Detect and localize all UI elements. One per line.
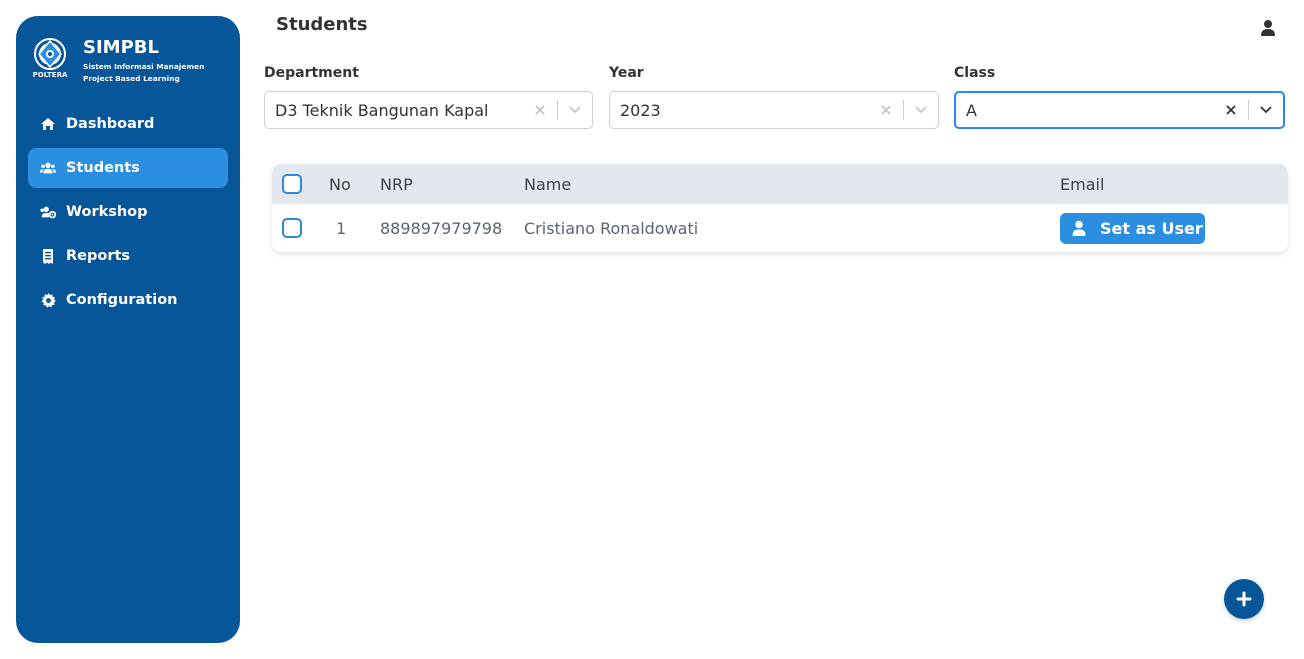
app-subtitle-line1: Sistem Informasi Manajemen bbox=[83, 62, 205, 71]
department-select[interactable]: D3 Teknik Bangunan Kapal bbox=[264, 91, 593, 129]
sidebar: POLTERA SIMPBL Sistem Informasi Manajeme… bbox=[16, 16, 240, 643]
users-cog-icon bbox=[40, 204, 56, 220]
add-student-button[interactable] bbox=[1224, 579, 1264, 619]
column-header-nrp: NRP bbox=[380, 174, 413, 194]
set-as-user-label: Set as User bbox=[1100, 218, 1203, 238]
plus-icon bbox=[1236, 591, 1252, 607]
department-filter: Department D3 Teknik Bangunan Kapal bbox=[264, 64, 593, 129]
sidebar-item-label: Workshop bbox=[66, 204, 148, 220]
user-icon[interactable] bbox=[1258, 18, 1278, 38]
class-label: Class bbox=[954, 65, 996, 81]
logo: POLTERA bbox=[32, 38, 68, 80]
sidebar-nav: Dashboard Students Workshop Reports Conf… bbox=[28, 104, 228, 324]
user-icon bbox=[1072, 220, 1086, 236]
row-checkbox[interactable] bbox=[282, 218, 302, 238]
users-icon bbox=[40, 160, 56, 176]
table-row: 1 889897979798 Cristiano Ronaldowati Set… bbox=[272, 204, 1288, 252]
select-all-checkbox[interactable] bbox=[282, 174, 302, 194]
gear-icon bbox=[40, 292, 56, 308]
year-select[interactable]: 2023 bbox=[609, 91, 939, 129]
year-label: Year bbox=[609, 65, 644, 81]
page-title: Students bbox=[276, 14, 368, 35]
sidebar-item-students[interactable]: Students bbox=[28, 148, 228, 188]
department-label: Department bbox=[264, 65, 359, 81]
column-header-no: No bbox=[329, 174, 351, 194]
home-icon bbox=[40, 116, 56, 132]
logo-text: POLTERA bbox=[32, 71, 68, 79]
chevron-down-icon[interactable] bbox=[904, 92, 938, 128]
column-header-name: Name bbox=[524, 174, 572, 194]
sidebar-item-reports[interactable]: Reports bbox=[28, 236, 228, 276]
sidebar-item-workshop[interactable]: Workshop bbox=[28, 192, 228, 232]
table-header: No NRP Name Email bbox=[272, 164, 1288, 204]
column-header-email: Email bbox=[1060, 174, 1105, 194]
department-value: D3 Teknik Bangunan Kapal bbox=[275, 100, 489, 120]
cell-nrp: 889897979798 bbox=[380, 218, 503, 238]
class-filter: Class A bbox=[954, 64, 1285, 129]
sidebar-item-label: Reports bbox=[66, 248, 131, 264]
brand: POLTERA SIMPBL Sistem Informasi Manajeme… bbox=[32, 37, 205, 85]
clear-icon[interactable] bbox=[1214, 93, 1248, 127]
receipt-icon bbox=[40, 248, 56, 264]
clear-icon[interactable] bbox=[869, 92, 903, 128]
sidebar-item-label: Configuration bbox=[66, 292, 178, 308]
year-value: 2023 bbox=[620, 100, 661, 120]
class-select[interactable]: A bbox=[954, 91, 1285, 129]
set-as-user-button[interactable]: Set as User bbox=[1060, 212, 1205, 244]
app-name: SIMPBL bbox=[83, 37, 159, 58]
sidebar-item-configuration[interactable]: Configuration bbox=[28, 280, 228, 320]
cell-no: 1 bbox=[336, 218, 347, 238]
sidebar-item-label: Students bbox=[66, 160, 140, 176]
year-filter: Year 2023 bbox=[609, 64, 939, 129]
clear-icon[interactable] bbox=[523, 92, 557, 128]
class-value: A bbox=[966, 100, 977, 120]
cell-name: Cristiano Ronaldowati bbox=[524, 218, 699, 238]
sidebar-item-label: Dashboard bbox=[66, 116, 155, 132]
students-table: No NRP Name Email 1 889897979798 Cristia… bbox=[272, 164, 1288, 252]
sidebar-item-dashboard[interactable]: Dashboard bbox=[28, 104, 228, 144]
chevron-down-icon[interactable] bbox=[1249, 93, 1283, 127]
chevron-down-icon[interactable] bbox=[558, 92, 592, 128]
app-subtitle-line2: Project Based Learning bbox=[83, 74, 180, 83]
